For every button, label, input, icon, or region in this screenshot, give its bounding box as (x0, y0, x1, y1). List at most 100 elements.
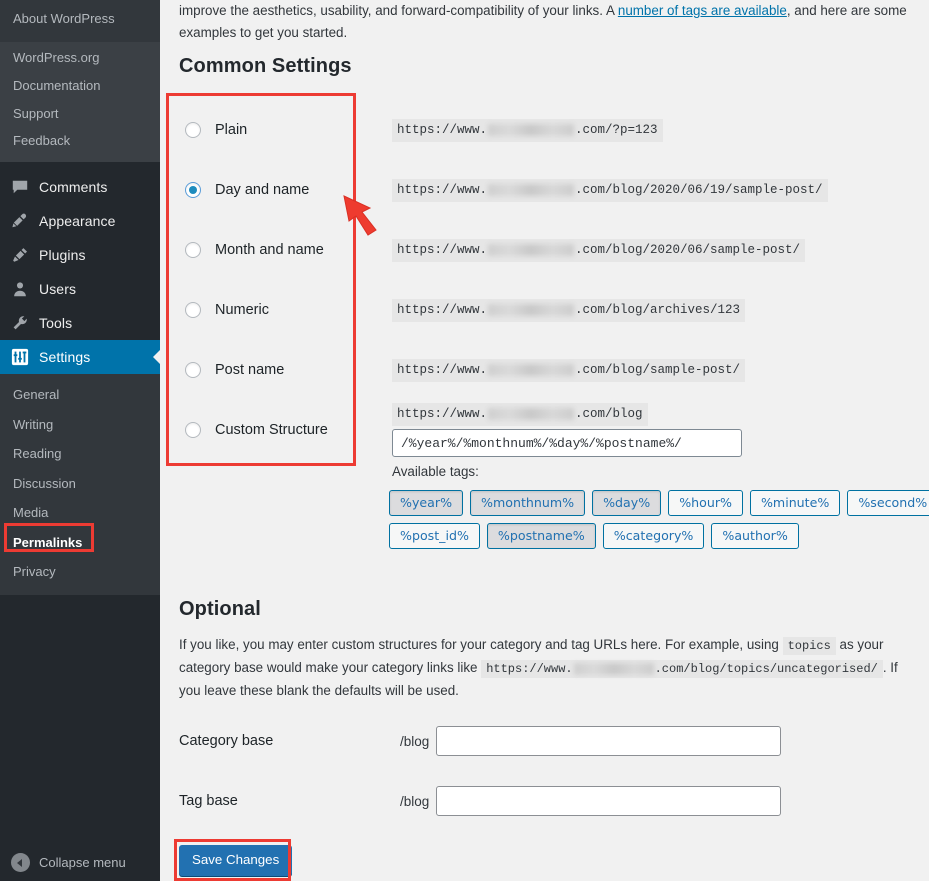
example-url-month-and-name-suffix: .com/blog/2020/06/sample-post/ (575, 242, 801, 257)
sidebar-item-settings[interactable]: Settings (0, 340, 161, 375)
collapse-menu-button[interactable]: Collapse menu (0, 844, 160, 881)
sidebar-item-users[interactable]: Users (0, 272, 160, 306)
permalink-example-urls: https://www. .com/?p=123 https://www. .com… (392, 100, 912, 460)
sidebar-item-general[interactable]: General (0, 380, 160, 410)
tag-button-year[interactable]: %year% (389, 490, 464, 516)
flyout-item-feedback[interactable]: Feedback (0, 128, 160, 157)
tag-button-monthnum[interactable]: %monthnum% (470, 490, 586, 516)
collapse-left-arrow-icon (11, 853, 30, 872)
tag-row-1: %year% %monthnum% %day% %hour% %minute% … (389, 490, 929, 516)
wordpress-logo-flyout-menu: About WordPress (0, 0, 160, 42)
example-row-custom-structure: https://www. .com/blog (392, 400, 912, 460)
optional-description: If you like, you may enter custom struct… (179, 634, 911, 702)
flyout-item-support[interactable]: Support (0, 100, 160, 129)
tag-button-category[interactable]: %category% (602, 523, 705, 549)
redacted-domain (488, 243, 575, 256)
sidebar-item-users-label: Users (39, 281, 77, 298)
example-url-plain: https://www. .com/?p=123 (392, 118, 663, 142)
radio-option-plain[interactable]: Plain (172, 100, 387, 160)
radio-option-post-name[interactable]: Post name (172, 340, 387, 400)
admin-sidebar: About WordPress WordPress.org Documentat… (0, 0, 161, 881)
custom-structure-input[interactable] (392, 429, 742, 457)
wrench-icon (10, 313, 30, 333)
tag-button-day[interactable]: %day% (592, 490, 662, 516)
sidebar-item-tools[interactable]: Tools (0, 306, 160, 340)
example-url-plain-prefix: https://www. (397, 122, 488, 137)
sidebar-item-media[interactable]: Media (0, 498, 160, 528)
sidebar-item-writing[interactable]: Writing (0, 410, 160, 440)
radio-option-month-and-name[interactable]: Month and name (172, 220, 387, 280)
radio-option-custom-structure[interactable]: Custom Structure (172, 400, 387, 460)
category-base-prefix: /blog (400, 733, 430, 749)
permalink-settings-content: improve the aesthetics, usability, and f… (160, 0, 929, 881)
radio-post-name-label: Post name (215, 362, 285, 378)
redacted-domain (488, 363, 575, 376)
radio-day-and-name-input[interactable] (185, 182, 201, 198)
example-row-numeric: https://www. .com/blog/archives/123 (392, 280, 912, 340)
sidebar-item-plugins[interactable]: Plugins (0, 238, 160, 272)
sidebar-item-settings-label: Settings (39, 349, 91, 366)
example-url-custom-structure-suffix: .com/blog (575, 407, 643, 421)
tag-base-prefix: /blog (400, 793, 430, 809)
example-url-numeric-suffix: .com/blog/archives/123 (575, 302, 741, 317)
sidebar-item-discussion[interactable]: Discussion (0, 469, 160, 499)
save-changes-wrapper: Save Changes (179, 845, 293, 876)
radio-month-and-name-input[interactable] (185, 242, 201, 258)
example-url-month-and-name: https://www. .com/blog/2020/06/sample-pos… (392, 238, 806, 262)
sidebar-item-reading[interactable]: Reading (0, 439, 160, 469)
example-url-post-name-suffix: .com/blog/sample-post/ (575, 362, 741, 377)
sidebar-item-comments[interactable]: Comments (0, 170, 160, 204)
example-row-day-and-name: https://www. .com/blog/2020/06/19/sample-… (392, 160, 912, 220)
sidebar-item-appearance[interactable]: Appearance (0, 204, 160, 238)
tag-button-minute[interactable]: %minute% (749, 490, 841, 516)
radio-plain-label: Plain (215, 122, 248, 138)
radio-plain-input[interactable] (185, 122, 201, 138)
example-url-numeric-prefix: https://www. (397, 302, 488, 317)
tag-base-row: Tag base /blog (179, 786, 919, 816)
radio-custom-structure-input[interactable] (185, 422, 201, 438)
tag-button-hour[interactable]: %hour% (668, 490, 743, 516)
example-url-custom-structure: https://www. .com/blog (392, 403, 648, 426)
tag-button-author[interactable]: %author% (711, 523, 799, 549)
example-url-month-and-name-prefix: https://www. (397, 242, 488, 257)
example-row-month-and-name: https://www. .com/blog/2020/06/sample-pos… (392, 220, 912, 280)
plugin-plug-icon (10, 245, 30, 265)
tag-button-second[interactable]: %second% (847, 490, 929, 516)
redacted-domain (488, 408, 575, 420)
sidebar-item-tools-label: Tools (39, 315, 73, 332)
example-url-day-and-name: https://www. .com/blog/2020/06/19/sample-… (392, 178, 828, 202)
appearance-brush-icon (10, 211, 30, 231)
sidebar-item-privacy[interactable]: Privacy (0, 557, 160, 587)
example-row-post-name: https://www. .com/blog/sample-post/ (392, 340, 912, 400)
number-of-tags-link[interactable]: number of tags are available (618, 3, 787, 18)
collapse-menu-label: Collapse menu (39, 855, 126, 870)
optional-example-url-suffix: .com/blog/topics/uncategorised/ (654, 662, 878, 676)
radio-option-day-and-name[interactable]: Day and name (172, 160, 387, 220)
sidebar-item-permalinks[interactable]: Permalinks (0, 528, 160, 558)
radio-numeric-label: Numeric (215, 302, 269, 318)
intro-text-before: improve the aesthetics, usability, and f… (179, 3, 618, 18)
example-url-post-name-prefix: https://www. (397, 362, 488, 377)
sidebar-item-appearance-label: Appearance (39, 213, 116, 230)
tag-button-postname[interactable]: %postname% (486, 523, 596, 549)
category-base-input[interactable] (436, 726, 782, 756)
example-url-numeric: https://www. .com/blog/archives/123 (392, 298, 746, 322)
example-url-day-and-name-suffix: .com/blog/2020/06/19/sample-post/ (575, 182, 823, 197)
tag-base-label: Tag base (179, 793, 238, 809)
tag-button-post-id[interactable]: %post_id% (389, 523, 480, 549)
radio-option-numeric[interactable]: Numeric (172, 280, 387, 340)
radio-post-name-input[interactable] (185, 362, 201, 378)
radio-numeric-input[interactable] (185, 302, 201, 318)
redacted-domain (488, 303, 575, 316)
tag-row-2: %post_id% %postname% %category% %author% (389, 523, 889, 549)
example-url-post-name: https://www. .com/blog/sample-post/ (392, 358, 746, 382)
radio-custom-structure-label: Custom Structure (215, 422, 328, 438)
optional-example-url: https://www. .com/blog/topics/uncategoris… (481, 660, 883, 678)
flyout-item-documentation[interactable]: Documentation (0, 72, 160, 101)
flyout-about-wordpress[interactable]: About WordPress (0, 0, 160, 40)
flyout-item-wordpress-org[interactable]: WordPress.org (0, 44, 160, 73)
save-changes-button[interactable]: Save Changes (179, 845, 293, 876)
tag-base-input[interactable] (436, 786, 782, 816)
radio-month-and-name-label: Month and name (215, 242, 324, 258)
example-row-plain: https://www. .com/?p=123 (392, 100, 912, 160)
